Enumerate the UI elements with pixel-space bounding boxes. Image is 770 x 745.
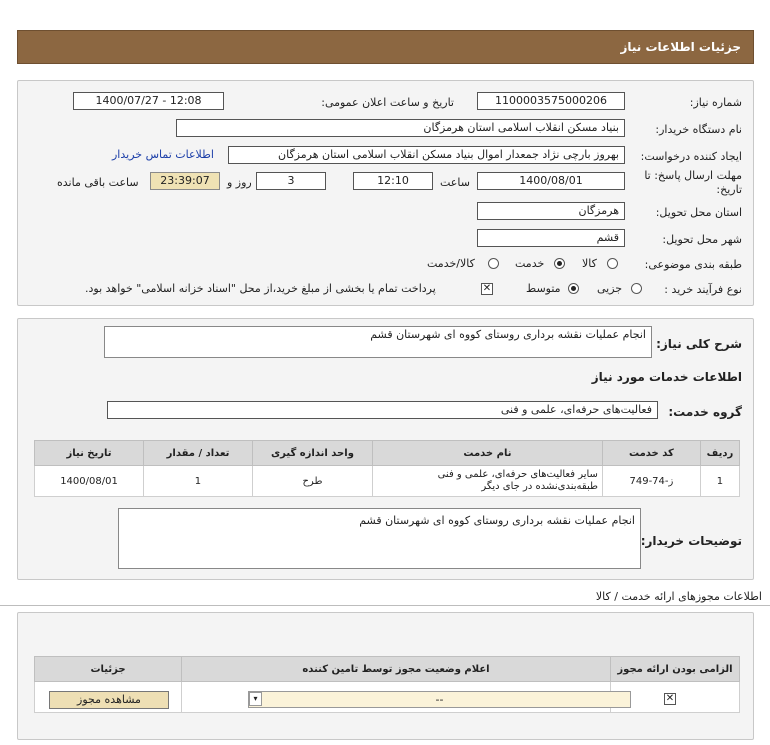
category-label: طبقه بندی موضوعی: (644, 258, 742, 271)
view-permit-button[interactable]: مشاهده مجوز (49, 691, 169, 709)
purchase-option-minor: جزیی (597, 282, 623, 295)
buyer-org-field: بنیاد مسکن انقلاب اسلامی استان هرمزگان (176, 119, 625, 137)
deadline-time-label: ساعت (440, 176, 470, 189)
col-code: کد خدمت (601, 440, 701, 466)
cell-code: ز-74-749 (601, 465, 701, 497)
permits-col-status: اعلام وضعیت مجوز توسط تامین کننده (181, 656, 611, 682)
deadline-label-date: تاریخ: (716, 183, 742, 196)
purchase-radio-medium[interactable] (568, 283, 579, 294)
permit-required-checkbox[interactable]: ✕ (664, 693, 676, 705)
remaining-time-label: ساعت باقی مانده (57, 176, 139, 189)
col-date: تاریخ نیاز (33, 440, 145, 466)
col-name: نام خدمت (371, 440, 603, 466)
need-number-label: شماره نیاز: (689, 96, 742, 109)
deadline-date-field: 1400/08/01 (477, 172, 625, 190)
deadline-label: مهلت ارسال پاسخ: تا (644, 169, 742, 182)
category-option-service: خدمت (515, 257, 545, 270)
cell-row: 1 (699, 465, 741, 497)
province-field: هرمزگان (477, 202, 625, 220)
permits-col-details: جزئیات (34, 656, 182, 682)
cell-qty: 1 (143, 465, 253, 497)
category-radio-service[interactable] (554, 258, 565, 269)
permits-table-header: الزامی بودن ارائه مجوز اعلام وضعیت مجوز … (34, 656, 740, 682)
permits-divider (0, 605, 770, 606)
permit-status-value: -- (435, 693, 444, 706)
deadline-time-field: 12:10 (353, 172, 433, 190)
page-title: جزئیات اطلاعات نیاز (620, 40, 741, 54)
province-label: استان محل تحویل: (655, 206, 742, 219)
col-unit: واحد اندازه گیری (251, 440, 373, 466)
permit-status-select[interactable]: -- (248, 691, 631, 708)
items-table: ردیف کد خدمت نام خدمت واحد اندازه گیری ت… (33, 440, 741, 497)
purchase-option-medium: متوسط (526, 282, 561, 295)
service-group-label: گروه خدمت: (668, 405, 742, 419)
requester-field: بهروز بارچی نژاد جمعدار اموال بنیاد مسکن… (228, 146, 625, 164)
buyer-notes-label: توضیحات خریدار: (640, 534, 742, 548)
buyer-org-label: نام دستگاه خریدار: (655, 123, 742, 136)
items-table-header: ردیف کد خدمت نام خدمت واحد اندازه گیری ت… (33, 440, 741, 466)
buyer-contact-link[interactable]: اطلاعات تماس خریدار (112, 148, 214, 161)
need-number-field: 1100003575000206 (477, 92, 625, 110)
city-field: قشم (477, 229, 625, 247)
col-qty: تعداد / مقدار (143, 440, 253, 466)
chevron-down-icon[interactable]: ▾ (249, 692, 262, 706)
category-radio-goods[interactable] (607, 258, 618, 269)
category-option-goods-service: کالا/خدمت (427, 257, 475, 270)
city-label: شهر محل تحویل: (662, 233, 742, 246)
category-radio-goods-service[interactable] (488, 258, 499, 269)
cell-name: سایر فعالیت‌های حرفه‌ای، علمی و فنی طبقه… (371, 465, 603, 497)
summary-label: شرح کلی نیاز: (656, 337, 742, 351)
category-option-goods: کالا (582, 257, 597, 270)
table-row: 1 ز-74-749 سایر فعالیت‌های حرفه‌ای، علمی… (33, 465, 741, 497)
purchase-type-label: نوع فرآیند خرید : (664, 283, 742, 296)
page-header: جزئیات اطلاعات نیاز (17, 30, 754, 64)
purchase-radio-minor[interactable] (631, 283, 642, 294)
requester-label: ایجاد کننده درخواست: (640, 150, 742, 163)
service-group-field: فعالیت‌های حرفه‌ای، علمی و فنی (107, 401, 658, 419)
announce-field: 1400/07/27 - 12:08 (73, 92, 224, 110)
col-row: ردیف (699, 440, 741, 466)
cell-date: 1400/08/01 (33, 465, 145, 497)
permits-title: اطلاعات مجوزهای ارائه خدمت / کالا (595, 590, 762, 603)
deadline-days-label: روز و (227, 176, 252, 189)
announce-label: تاریخ و ساعت اعلان عمومی: (321, 96, 454, 109)
remaining-time-field: 23:39:07 (150, 172, 220, 190)
permits-col-required: الزامی بودن ارائه مجوز (610, 656, 740, 682)
services-info-title: اطلاعات خدمات مورد نیاز (591, 370, 742, 384)
treasury-checkbox[interactable]: ✕ (481, 283, 493, 295)
buyer-notes-field: انجام عملیات نقشه برداری روستای کووه ای … (118, 508, 641, 569)
summary-field: انجام عملیات نقشه برداری روستای کووه ای … (104, 326, 652, 358)
treasury-payment-note: پرداخت تمام یا بخشی از مبلغ خرید،از محل … (85, 282, 436, 295)
need-info-panel (17, 80, 754, 306)
cell-unit: طرح (251, 465, 373, 497)
deadline-days-field: 3 (256, 172, 326, 190)
